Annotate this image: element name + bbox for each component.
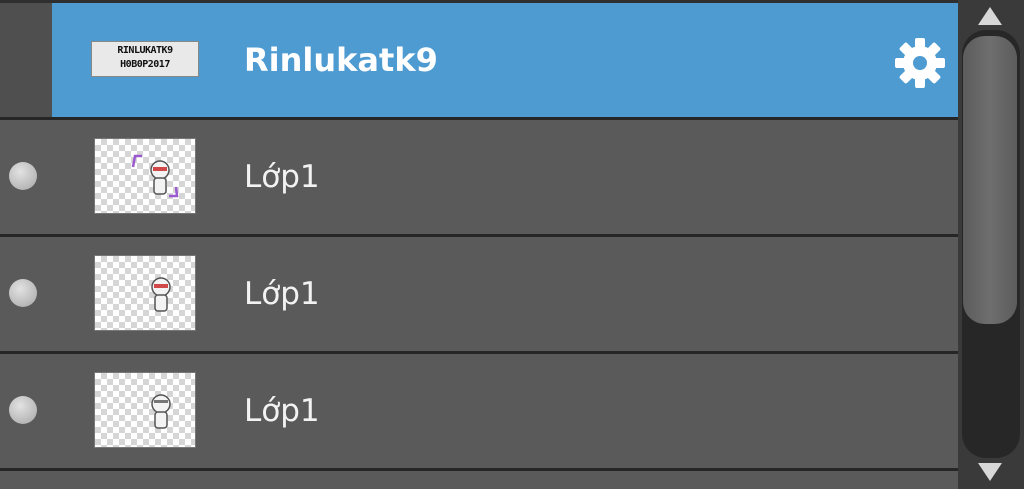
- layer-thumbnail: [95, 373, 195, 447]
- thumbnail-line-2: H0B0P2017: [120, 59, 170, 70]
- layer-row-partial[interactable]: [0, 471, 958, 489]
- layer-row[interactable]: Lớp1: [0, 237, 958, 351]
- group-thumbnail: RINLUKATK9 H0B0P2017: [92, 42, 198, 76]
- layer-list: RINLUKATK9 H0B0P2017 Rinlukatk9 Lớp1 Lớp…: [0, 0, 958, 489]
- layer-group-row[interactable]: RINLUKATK9 H0B0P2017 Rinlukatk9: [0, 3, 958, 117]
- gear-icon[interactable]: [893, 36, 947, 90]
- vertical-scrollbar[interactable]: [958, 0, 1024, 489]
- arrow-up-icon[interactable]: [975, 4, 1005, 28]
- group-name: Rinlukatk9: [244, 41, 438, 79]
- layer-visibility-dot[interactable]: [9, 162, 37, 190]
- layer-visibility-dot[interactable]: [9, 396, 37, 424]
- scrollbar-thumb[interactable]: [963, 36, 1017, 324]
- thumbnail-line-1: RINLUKATK9: [117, 45, 173, 56]
- layer-row[interactable]: Lớp1: [0, 120, 958, 234]
- row-left-gutter: [0, 3, 52, 117]
- layer-thumbnail: [95, 256, 195, 330]
- layer-visibility-dot[interactable]: [9, 279, 37, 307]
- arrow-down-icon[interactable]: [975, 460, 1005, 484]
- layer-name: Lớp1: [244, 276, 320, 312]
- layer-name: Lớp1: [244, 159, 320, 195]
- layer-row[interactable]: Lớp1: [0, 354, 958, 468]
- layer-name: Lớp1: [244, 393, 320, 429]
- layers-panel: RINLUKATK9 H0B0P2017 Rinlukatk9 Lớp1 Lớp…: [0, 0, 1024, 489]
- layer-thumbnail: [95, 139, 195, 213]
